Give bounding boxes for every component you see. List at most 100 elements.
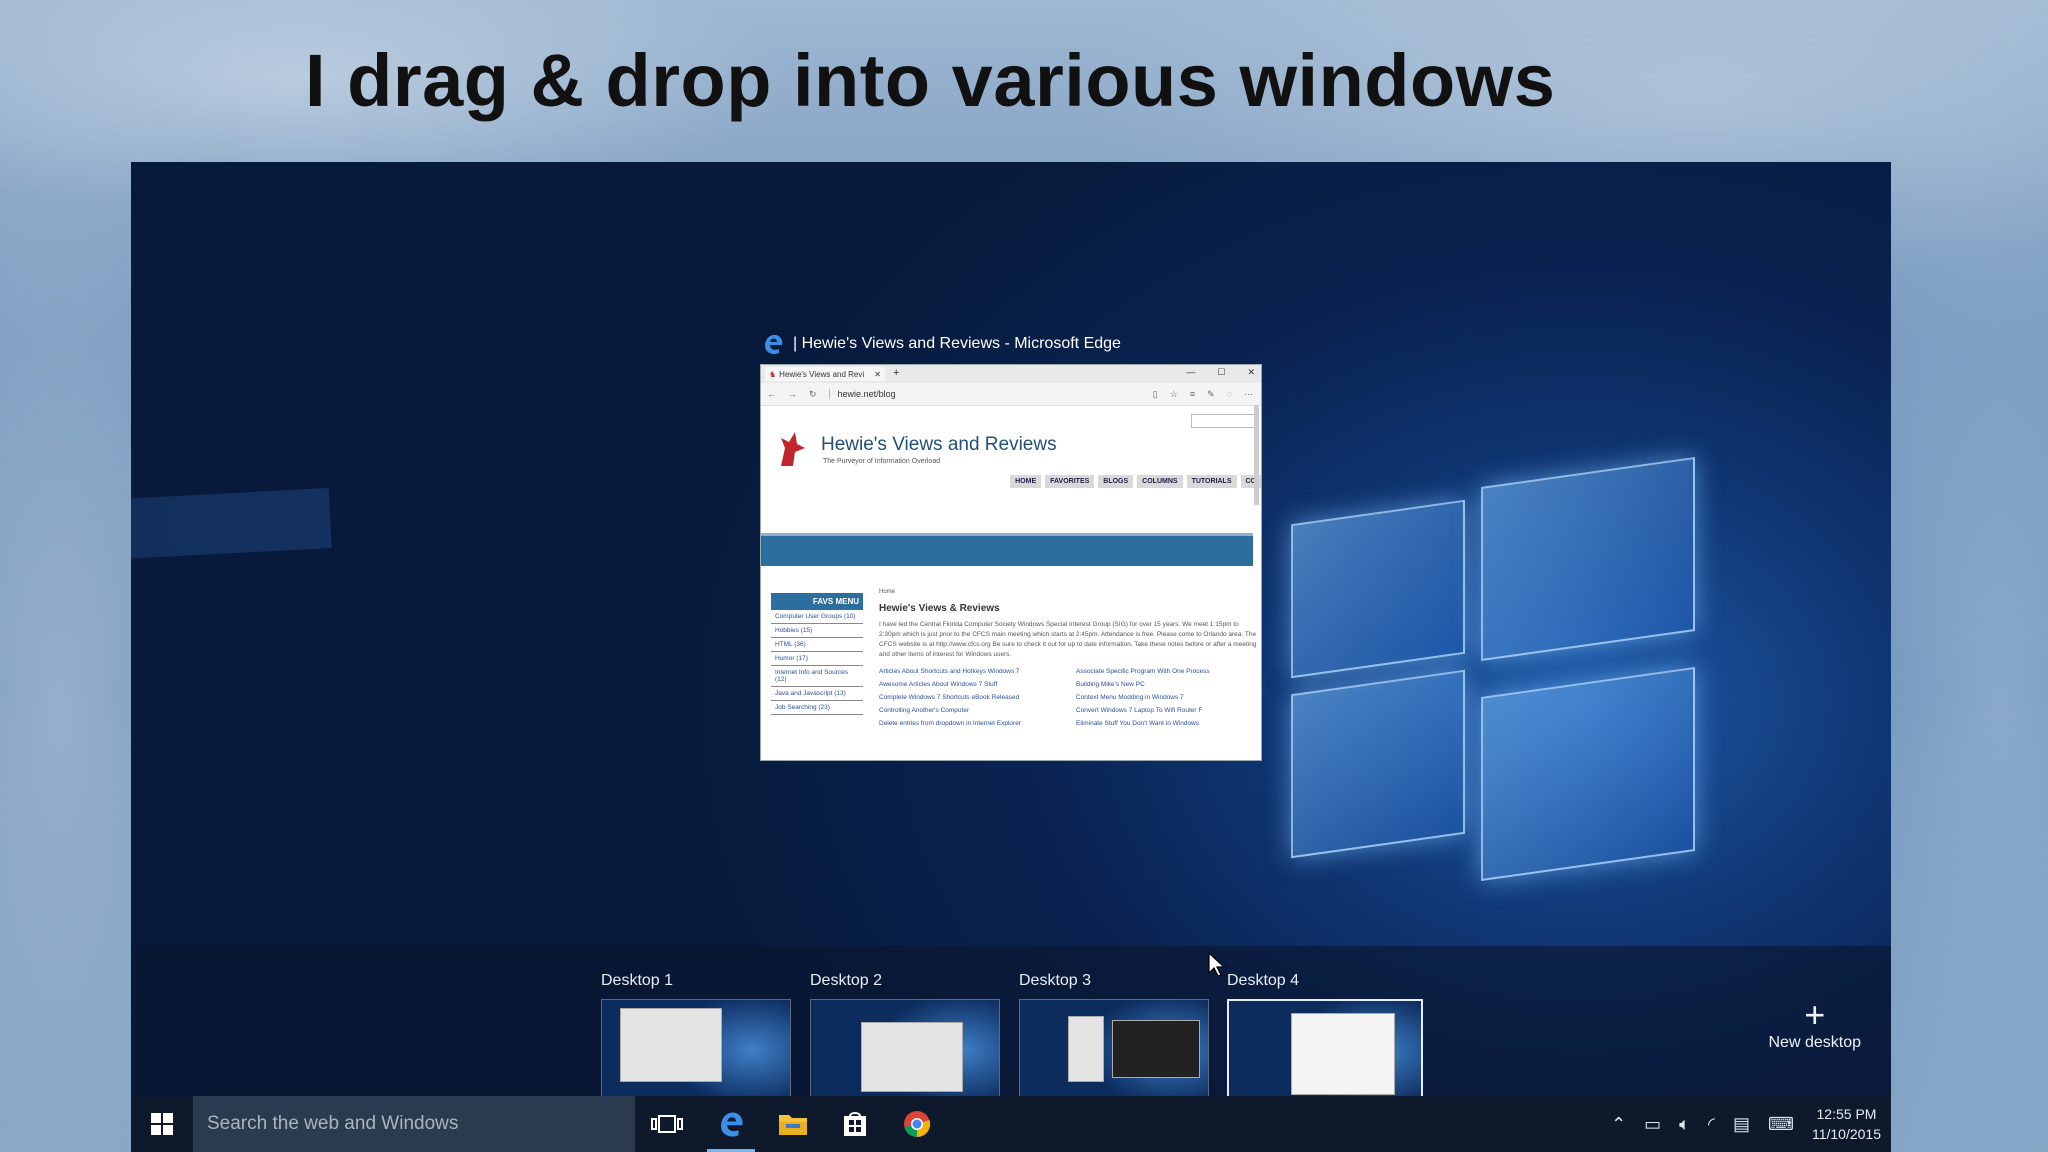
task-view-strip [131,946,1891,1096]
volume-icon[interactable]: 🔈︎ [1679,1114,1690,1135]
desktop-thumbnail[interactable] [1019,999,1209,1099]
article-link[interactable]: Context Menu Modding in Windows 7 [1076,694,1259,701]
close-icon[interactable]: ✕ [1247,367,1255,378]
edge-window-thumbnail[interactable]: ♞ Hewie's Views and Revi ✕ + — ☐ ✕ ← → ↻… [760,364,1262,761]
site-header: Hewie's Views and Reviews The Purveyor o… [761,406,1261,481]
task-view-button[interactable] [637,1096,697,1152]
mouse-cursor-icon [1208,952,1226,977]
breadcrumb[interactable]: Home [879,589,1259,595]
content-paragraph: I have led the Central Florida Computer … [879,621,1257,659]
window-caption-text: | Hewie's Views and Reviews - Microsoft … [793,335,1121,352]
article-link[interactable]: Complete Windows 7 Shortcuts eBook Relea… [879,694,1062,701]
address-bar[interactable]: hewie.net/blog [828,389,896,399]
nav-item[interactable]: FAVORITES [1045,475,1095,488]
window-caption[interactable]: | Hewie's Views and Reviews - Microsoft … [761,332,1121,356]
action-center-icon[interactable]: ▤ [1733,1114,1750,1135]
favs-menu: FAVS MENU Computer User Groups (10) Hobb… [771,593,863,715]
browser-tab[interactable]: ♞ Hewie's Views and Revi ✕ [765,367,885,381]
favs-menu-item[interactable]: Humor (17) [771,652,863,666]
plus-icon: + [1804,994,1826,1035]
windows-start-icon [151,1113,173,1135]
favs-menu-item[interactable]: Internet Info and Sources (12) [771,666,863,687]
more-icon[interactable]: ⋯ [1244,389,1253,400]
favs-menu-item[interactable]: HTML (36) [771,638,863,652]
article-link[interactable]: Controlling Another's Computer [879,707,1062,714]
browser-toolbar: ← → ↻ hewie.net/blog ▯ ☆ ≡ ✎ ◌ ⋯ [761,383,1261,406]
share-icon[interactable]: ◌ [1227,389,1232,400]
start-button[interactable] [131,1096,193,1152]
article-link[interactable]: Eliminate Stuff You Don't Want in Window… [1076,720,1259,727]
desktop-3[interactable]: Desktop 3 [1019,972,1209,1099]
chrome-button[interactable] [887,1096,947,1152]
site-title: Hewie's Views and Reviews [821,434,1057,455]
site-favicon-icon: ♞ [769,369,777,379]
new-desktop-button[interactable]: + New desktop [1769,994,1862,1052]
nav-item[interactable]: COLUMNS [1137,475,1183,488]
tab-label: Hewie's Views and Revi [779,369,865,379]
chevron-up-icon[interactable]: ⌃ [1611,1114,1626,1135]
site-logo-icon [781,432,805,466]
web-note-icon[interactable]: ✎ [1207,389,1215,400]
file-explorer-icon [779,1115,807,1135]
refresh-icon[interactable]: ↻ [809,389,817,400]
desktop-label: Desktop 2 [810,972,883,989]
slide-title: I drag & drop into various windows [305,39,1556,122]
favs-menu-heading: FAVS MENU [771,593,863,610]
taskbar-search[interactable] [193,1096,635,1152]
favorite-star-icon[interactable]: ☆ [1170,389,1178,400]
desktop-label: Desktop 3 [1019,972,1092,989]
clock[interactable]: 12:55 PM 11/10/2015 [1812,1104,1881,1144]
article-link[interactable]: Convert Windows 7 Laptop To Wifi Router … [1076,707,1259,714]
desktop-label: Desktop 1 [601,972,674,989]
desktop-thumbnail-active[interactable] [1227,999,1423,1105]
minimize-icon[interactable]: — [1186,367,1195,378]
desktop-thumbnail[interactable] [601,999,791,1099]
article-link[interactable]: Building Mike's New PC [1076,681,1259,688]
favs-menu-item[interactable]: Java and Javascript (13) [771,687,863,701]
article-link[interactable]: Awesome Articles About Windows 7 Stuff [879,681,1062,688]
favs-menu-item[interactable]: Hobbies (15) [771,624,863,638]
desktop-1[interactable]: Desktop 1 [601,972,791,1099]
favs-menu-item[interactable]: Job Searching (23) [771,701,863,715]
site-nav: HOME FAVORITES BLOGS COLUMNS TUTORIALS C… [1010,475,1261,488]
file-explorer-button[interactable] [763,1096,823,1152]
article-link[interactable]: Articles About Shortcuts and Hotkeys Win… [879,668,1062,675]
nav-item[interactable]: TUTORIALS [1186,475,1237,488]
article-links: Articles About Shortcuts and Hotkeys Win… [879,668,1259,727]
nav-item[interactable]: HOME [1010,475,1042,488]
article-link[interactable]: Associate Specific Program With One Proc… [1076,668,1259,675]
wifi-icon[interactable]: ◜ [1708,1114,1715,1135]
edge-icon [721,1112,743,1137]
maximize-icon[interactable]: ☐ [1217,367,1225,378]
favs-menu-item[interactable]: Computer User Groups (10) [771,610,863,624]
store-button[interactable] [825,1096,885,1152]
back-icon[interactable]: ← [767,389,776,399]
scrollbar[interactable] [1254,405,1259,505]
content-heading: Hewie's Views & Reviews [879,603,1000,614]
hub-icon[interactable]: ≡ [1190,389,1195,400]
desktop-2[interactable]: Desktop 2 [810,972,1000,1099]
search-input[interactable] [193,1112,629,1136]
taskbar: ⌃ ▭ 🔈︎ ◜ ▤ ⌨︎ 12:55 PM 11/10/2015 [131,1096,1891,1152]
reading-view-icon[interactable]: ▯ [1153,389,1158,400]
article-link[interactable]: Delete entries from dropdown in Internet… [879,720,1062,727]
new-tab-icon[interactable]: + [893,367,899,379]
task-view-icon [651,1115,683,1133]
tab-close-icon[interactable]: ✕ [874,370,885,379]
edge-taskbar-button[interactable] [701,1096,761,1152]
site-search-input[interactable] [1191,414,1255,428]
battery-icon[interactable]: ▭ [1644,1114,1661,1135]
site-content: Home Hewie's Views & Reviews I have led … [879,589,1259,727]
light-beam [131,488,332,616]
store-icon [844,1112,866,1136]
browser-tab-strip: ♞ Hewie's Views and Revi ✕ + — ☐ ✕ [761,365,1261,383]
desktop-thumbnail[interactable] [810,999,1000,1099]
forward-icon[interactable]: → [788,389,797,399]
site-banner-bar [761,533,1253,566]
nav-item[interactable]: BLOGS [1098,475,1134,488]
desktop-4[interactable]: Desktop 4 [1227,972,1423,1105]
clock-time: 12:55 PM [1816,1106,1877,1122]
edge-icon [765,334,783,355]
system-tray: ⌃ ▭ 🔈︎ ◜ ▤ ⌨︎ 12:55 PM 11/10/2015 [1611,1096,1881,1152]
keyboard-icon[interactable]: ⌨︎ [1768,1114,1794,1135]
